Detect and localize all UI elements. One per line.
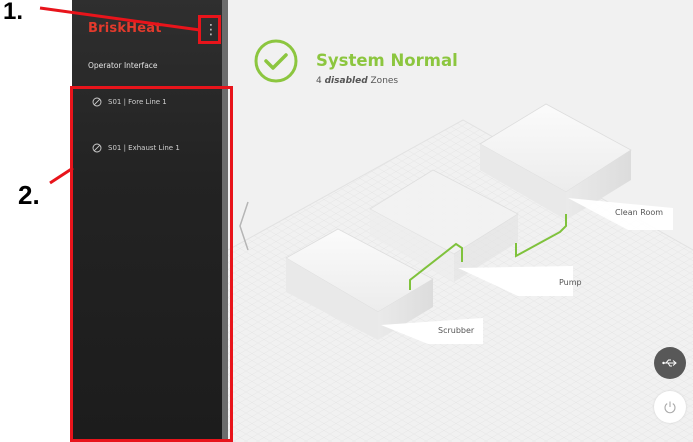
status-title: System Normal [316,51,458,70]
usb-connection-button[interactable] [654,347,686,379]
disabled-count: 4 [316,76,322,86]
zones-word: Zones [370,76,399,86]
usb-icon [662,359,677,367]
annotation-label-1: 1. [3,0,24,25]
scrubber-label: Scrubber [438,326,475,335]
check-circle-icon [254,39,298,83]
brand-logo: BriskHeat [88,21,162,36]
annotation-box-2 [70,86,233,442]
power-button[interactable] [654,391,686,423]
sidebar-subtitle: Operator Interface [88,61,158,70]
clean-room-label: Clean Room [615,208,664,217]
disabled-word: disabled [324,76,368,86]
annotation-label-2: 2. [18,180,40,210]
status-subtitle: 4 disabled Zones [316,76,398,86]
power-icon [664,401,676,414]
pump-label: Pump [559,278,582,287]
annotation-box-1 [198,15,221,44]
main-panel: Clean Room Pump Scrubber [228,0,693,442]
